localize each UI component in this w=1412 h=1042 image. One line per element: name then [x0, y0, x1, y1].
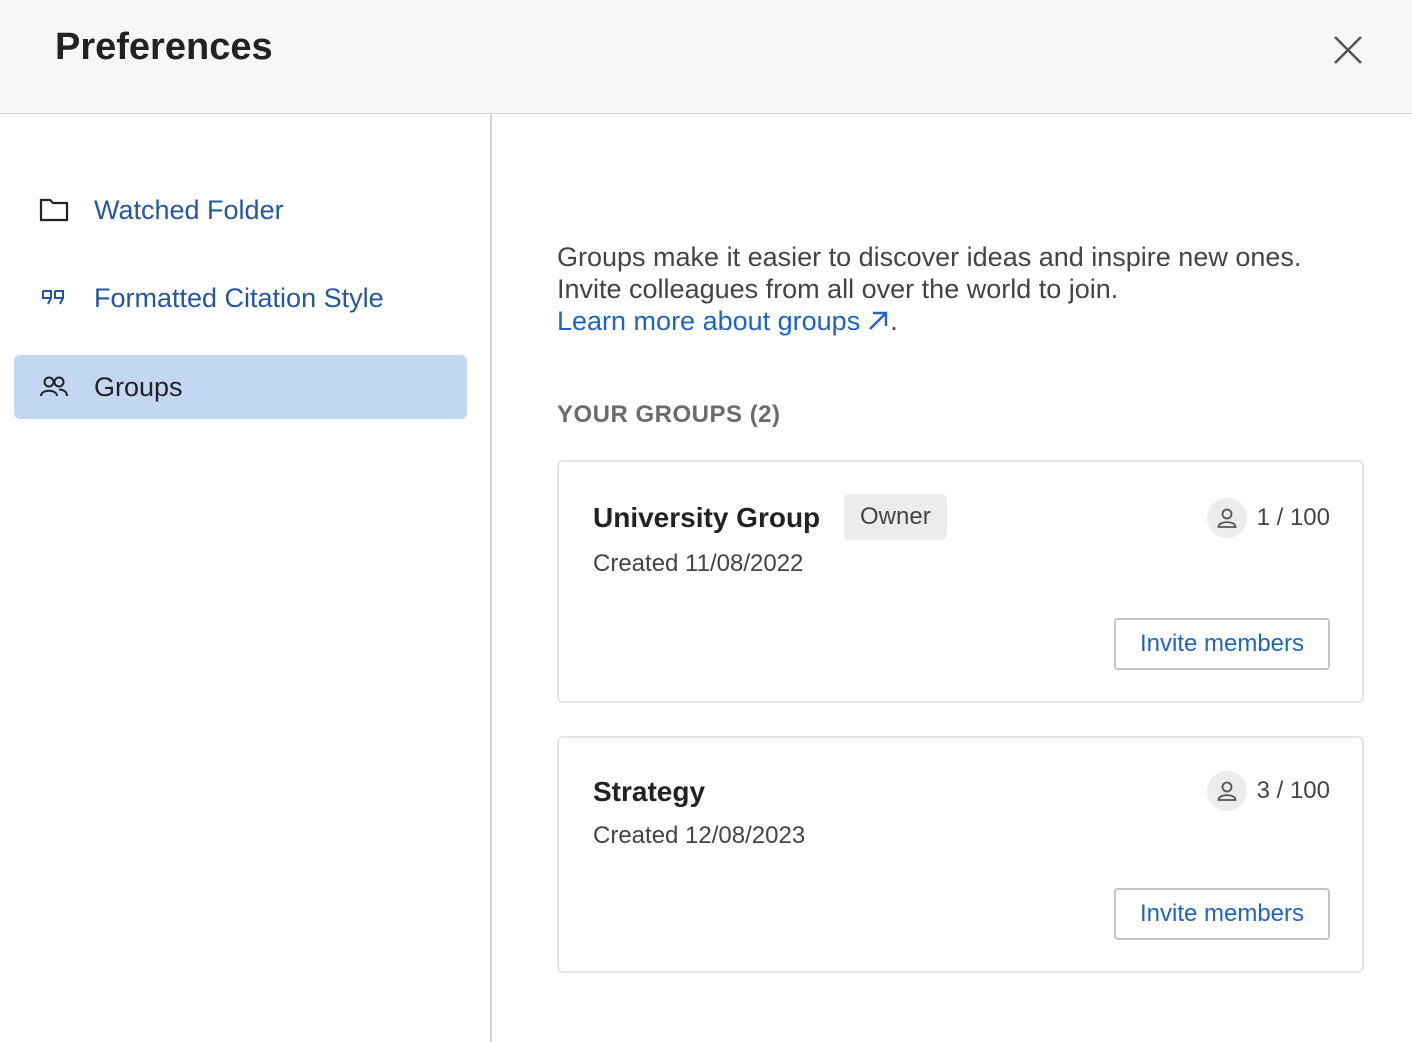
sidebar-item-label: Groups — [94, 372, 183, 402]
your-groups-heading: YOUR GROUPS (2) — [557, 401, 781, 428]
folder-icon — [38, 196, 70, 224]
quote-icon — [38, 284, 70, 312]
member-count: 3 / 100 — [1256, 777, 1330, 804]
intro-text-line: Groups make it easier to discover ideas … — [557, 242, 1302, 272]
learn-more-link[interactable]: Learn more about groups — [557, 306, 890, 336]
owner-badge: Owner — [844, 494, 947, 540]
group-name: Strategy — [593, 776, 706, 807]
user-icon — [1206, 771, 1247, 811]
member-count-indicator: 3 / 100 — [1206, 770, 1330, 812]
close-icon[interactable] — [1325, 27, 1371, 73]
sidebar-item-label: Watched Folder — [94, 195, 284, 225]
sidebar-item-label: Formatted Citation Style — [94, 283, 384, 313]
user-icon — [1206, 498, 1247, 538]
group-created-date: Created 12/08/2023 — [593, 822, 806, 849]
group-card: Strategy Created 12/08/2023 3 / 100 Invi… — [557, 736, 1364, 973]
intro-text-line: Invite colleagues from all over the worl… — [557, 274, 1119, 304]
groups-intro: Groups make it easier to discover ideas … — [557, 241, 1377, 340]
intro-period: . — [890, 306, 898, 336]
dialog-title: Preferences — [55, 26, 273, 68]
group-card: University Group Owner Created 11/08/202… — [557, 460, 1364, 703]
sidebar-item-citation-style[interactable]: Formatted Citation Style — [14, 266, 467, 330]
group-created-date: Created 11/08/2022 — [593, 550, 804, 577]
external-link-icon — [866, 308, 890, 340]
people-icon — [38, 373, 70, 401]
sidebar-item-watched-folder[interactable]: Watched Folder — [14, 178, 467, 242]
invite-members-button[interactable]: Invite members — [1114, 888, 1330, 940]
sidebar-item-groups[interactable]: Groups — [14, 355, 467, 419]
member-count-indicator: 1 / 100 — [1206, 497, 1330, 539]
dialog-header: Preferences — [0, 0, 1412, 114]
invite-members-button[interactable]: Invite members — [1114, 618, 1330, 670]
member-count: 1 / 100 — [1256, 504, 1330, 531]
sidebar: Watched Folder Formatted Citation Style … — [0, 114, 492, 1042]
group-name: University Group — [593, 502, 821, 533]
